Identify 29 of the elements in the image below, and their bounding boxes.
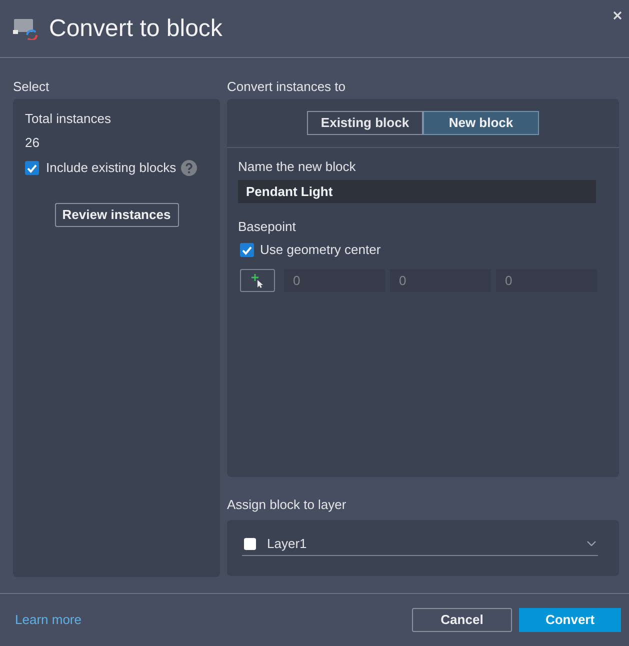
learn-more-link[interactable]: Learn more — [15, 610, 82, 630]
monitor-refresh-icon — [13, 18, 38, 40]
field-label: Name the new block — [238, 160, 356, 174]
checkbox[interactable] — [25, 161, 39, 175]
tab[interactable]: Existing block — [307, 111, 423, 135]
field-label: Basepoint — [238, 220, 296, 234]
section-label: Assign block to layer — [227, 498, 346, 512]
layer-color-swatch-icon — [244, 538, 256, 550]
section-label: Select — [13, 80, 50, 94]
pick-point-button[interactable] — [240, 269, 275, 292]
checkmark-icon — [242, 246, 252, 254]
total-instances-label: Total instances — [25, 112, 111, 126]
plus-cursor-icon — [250, 274, 264, 288]
checkbox[interactable] — [240, 243, 254, 257]
checkbox-label: Include existing blocks — [46, 161, 176, 175]
chevron-down-icon — [587, 541, 596, 546]
checkmark-icon — [27, 164, 37, 172]
convert-button[interactable]: Convert — [519, 608, 621, 632]
section-label: Convert instances to — [227, 80, 346, 94]
review-instances-button[interactable]: Review instances — [54, 203, 178, 227]
help-icon[interactable] — [181, 160, 198, 176]
tab[interactable]: New block — [423, 111, 539, 135]
close-icon[interactable] — [613, 11, 622, 20]
checkbox-label: Use geometry center — [260, 243, 381, 257]
total-instances-value: 26 — [25, 136, 40, 150]
layer-dropdown[interactable]: Layer1 — [242, 532, 598, 556]
dialog-title: Convert to block — [49, 14, 222, 44]
cancel-button[interactable]: Cancel — [412, 608, 512, 632]
block-name-field[interactable]: Pendant Light — [238, 180, 596, 203]
